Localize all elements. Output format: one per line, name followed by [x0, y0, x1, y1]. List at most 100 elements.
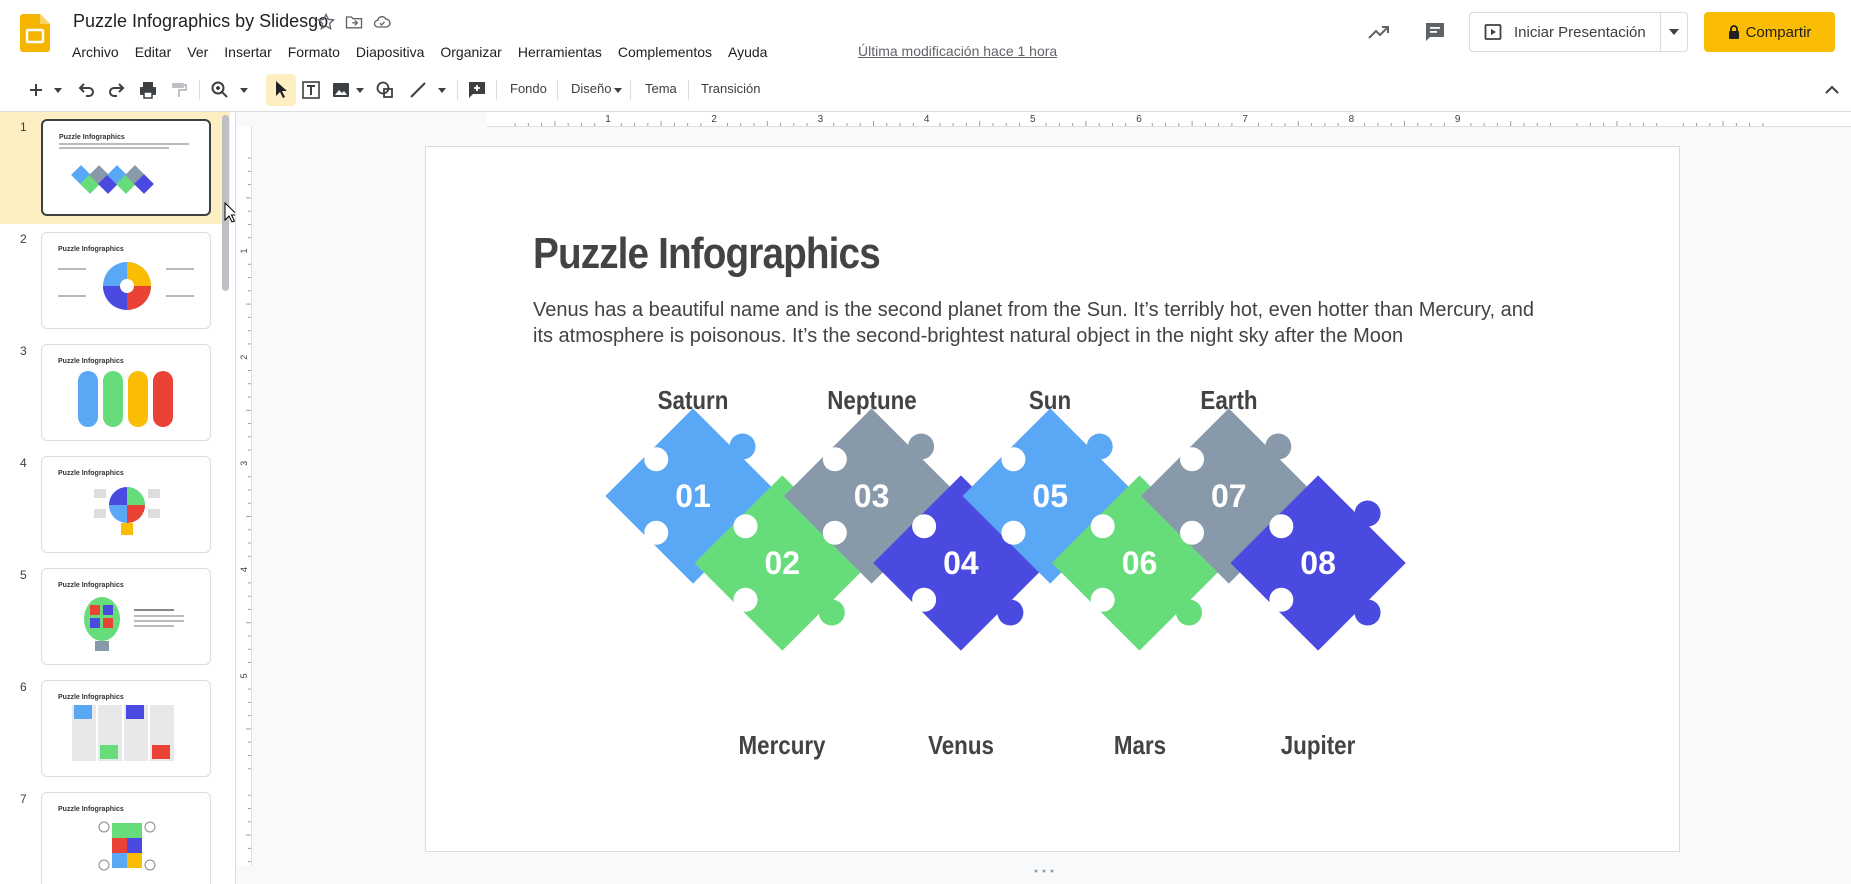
slide-thumbnail-1[interactable]: Puzzle Infographics — [41, 119, 211, 216]
toolbar-divider — [457, 80, 458, 100]
toolbar-divider — [688, 80, 689, 100]
share-button[interactable]: Compartir — [1704, 12, 1835, 52]
horizontal-ruler[interactable]: 1 2 3 4 5 6 7 8 9 — [487, 112, 1851, 127]
slide-number: 3 — [20, 344, 27, 358]
slide-thumbnail-2[interactable]: Puzzle Infographics — [41, 232, 211, 329]
thumbnail-bulb-preview — [84, 597, 184, 651]
toolbar-divider — [630, 80, 631, 100]
shape-icon[interactable] — [375, 80, 395, 100]
vertical-ruler[interactable]: 1 2 3 4 5 — [237, 126, 252, 866]
present-icon — [1484, 24, 1502, 40]
menu-complementos[interactable]: Complementos — [610, 42, 720, 62]
collapse-icon[interactable] — [1825, 85, 1839, 94]
slide-canvas-area: 1 2 3 4 5 6 7 8 9 1 2 3 4 5 Puzzle Infographics Venu… — [237, 112, 1851, 884]
thumbnail-bulb-preview — [94, 487, 160, 535]
ruler-label: 5 — [239, 673, 249, 678]
thumbnail-puzzle-circle-preview — [98, 821, 156, 871]
puzzle-number-08: 08 — [1300, 545, 1336, 581]
comments-icon[interactable] — [1423, 20, 1447, 44]
slide-number: 5 — [20, 568, 27, 582]
chevron-down-icon[interactable] — [54, 88, 62, 93]
slide-number: 7 — [20, 792, 27, 806]
ruler-label: 1 — [605, 114, 611, 125]
layout-button[interactable]: Diseño — [571, 81, 611, 96]
plus-icon[interactable] — [26, 80, 46, 100]
menu-organizar[interactable]: Organizar — [432, 42, 509, 62]
toolbar-divider — [496, 80, 497, 100]
ruler-label: 7 — [1242, 114, 1248, 125]
menu-diapositiva[interactable]: Diapositiva — [348, 42, 432, 62]
print-icon[interactable] — [138, 80, 158, 100]
undo-icon[interactable] — [76, 80, 96, 100]
slide-thumbnail-3[interactable]: Puzzle Infographics — [41, 344, 211, 441]
star-icon[interactable] — [316, 12, 336, 32]
select-tool-active[interactable] — [266, 74, 296, 106]
thumbnail-capsules-preview — [78, 371, 173, 427]
slide-thumbnail-7[interactable]: Puzzle Infographics — [41, 792, 211, 884]
lock-icon — [1728, 25, 1739, 39]
slide-filmstrip: 1 Puzzle Infographics 2 Puzzle Infograph… — [0, 112, 236, 884]
transition-button[interactable]: Transición — [701, 81, 760, 96]
ruler-label: 6 — [1136, 114, 1142, 125]
chevron-down-icon — [1669, 29, 1679, 35]
document-title[interactable]: Puzzle Infographics by Slidesgo — [73, 11, 328, 32]
redo-icon[interactable] — [107, 80, 127, 100]
image-icon[interactable] — [331, 80, 351, 100]
mouse-cursor-icon — [224, 202, 235, 223]
paint-format-icon[interactable] — [169, 80, 189, 100]
toolbar-divider — [199, 80, 200, 100]
puzzle-number-04: 04 — [943, 545, 979, 581]
menu-ver[interactable]: Ver — [179, 42, 216, 62]
menu-bar: Archivo Editar Ver Insertar Formato Diap… — [64, 42, 775, 62]
thumbnail-grid-preview — [72, 705, 174, 761]
menu-insertar[interactable]: Insertar — [216, 42, 279, 62]
ruler-label: 3 — [239, 461, 249, 466]
menu-archivo[interactable]: Archivo — [64, 42, 127, 62]
ruler-label: 2 — [239, 355, 249, 360]
chevron-down-icon[interactable] — [438, 88, 446, 93]
menu-ayuda[interactable]: Ayuda — [720, 42, 775, 62]
drag-handle-icon[interactable] — [1032, 869, 1056, 873]
chevron-down-icon[interactable] — [614, 88, 622, 93]
menu-editar[interactable]: Editar — [127, 42, 180, 62]
thumbnail-puzzle-preview — [59, 143, 189, 194]
menu-formato[interactable]: Formato — [280, 42, 348, 62]
ruler-label: 5 — [1030, 114, 1036, 125]
menu-herramientas[interactable]: Herramientas — [510, 42, 610, 62]
puzzle-number-01: 01 — [675, 478, 711, 514]
slide-thumbnail-4[interactable]: Puzzle Infographics — [41, 456, 211, 553]
toolbar-divider — [557, 80, 558, 100]
ruler-label: 1 — [239, 248, 249, 253]
ruler-label: 8 — [1349, 114, 1355, 125]
start-presentation-button[interactable]: Iniciar Presentación — [1469, 12, 1688, 52]
comment-add-icon[interactable] — [467, 80, 487, 100]
slide-number: 1 — [20, 120, 27, 134]
select-icon — [276, 81, 287, 98]
app-header: Puzzle Infographics by Slidesgo Archivo … — [0, 0, 1851, 68]
slides-logo-icon[interactable] — [20, 14, 50, 52]
slide-thumbnail-6[interactable]: Puzzle Infographics — [41, 680, 211, 777]
present-options-dropdown[interactable] — [1660, 13, 1687, 51]
ruler-label: 9 — [1455, 114, 1461, 125]
puzzle-number-05: 05 — [1032, 478, 1068, 514]
chevron-down-icon[interactable] — [356, 88, 364, 93]
theme-button[interactable]: Tema — [645, 81, 677, 96]
slide-editor-canvas[interactable]: Puzzle Infographics Venus has a beautifu… — [425, 146, 1680, 852]
cloud-saved-icon[interactable] — [372, 12, 392, 32]
puzzle-number-02: 02 — [765, 545, 801, 581]
move-folder-icon[interactable] — [344, 12, 364, 32]
slide-thumbnail-5[interactable]: Puzzle Infographics — [41, 568, 211, 665]
activity-trend-icon[interactable] — [1367, 22, 1391, 42]
start-presentation-label: Iniciar Presentación — [1514, 23, 1646, 41]
chevron-down-icon[interactable] — [240, 88, 248, 93]
zoom-icon[interactable] — [210, 80, 230, 100]
line-icon[interactable] — [408, 80, 428, 100]
text-box-icon[interactable] — [301, 80, 321, 100]
puzzle-number-07: 07 — [1211, 478, 1247, 514]
ruler-label: 2 — [711, 114, 717, 125]
background-button[interactable]: Fondo — [510, 81, 547, 96]
ruler-label: 4 — [239, 567, 249, 572]
ruler-label: 4 — [924, 114, 930, 125]
puzzle-infographic: 01 02 03 04 05 06 07 08 — [605, 408, 1406, 651]
last-modified-link[interactable]: Última modificación hace 1 hora — [858, 43, 1057, 59]
